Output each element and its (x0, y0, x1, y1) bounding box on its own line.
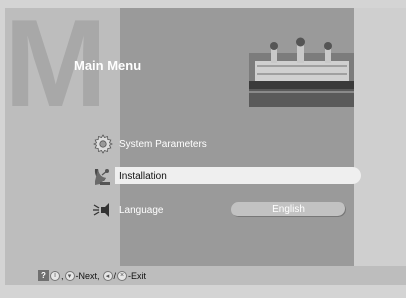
menu-item-language[interactable]: Language (92, 199, 164, 221)
menu-item-label: System Parameters (119, 138, 207, 150)
info-button-icon: i (50, 270, 60, 281)
help-icon[interactable]: ? (38, 270, 49, 281)
menu-item-label: Language (119, 204, 164, 216)
page-title: Main Menu (74, 58, 142, 73)
speaker-icon (92, 199, 114, 221)
menu-item-label: Installation (119, 170, 167, 182)
right-panel (354, 8, 406, 285)
building-photo-image (249, 31, 354, 107)
exit-button-icon: × (117, 270, 128, 281)
next-hint: -Next, (75, 270, 100, 281)
down-arrow-button-icon: ▾ (64, 270, 75, 281)
slash-text: / (113, 270, 117, 281)
separator-text: , (61, 270, 64, 281)
menu-item-system-parameters[interactable]: System Parameters (92, 133, 207, 155)
exit-hint: -Exit (128, 270, 147, 281)
status-bar: ? i , ▾ -Next, ◂ / × -Exit (5, 266, 406, 285)
satellite-dish-icon (92, 165, 114, 187)
gear-icon (92, 133, 114, 155)
main-menu-screen: M Main Menu System Parameters Installati… (0, 0, 406, 298)
header-photo (249, 31, 354, 107)
back-button-icon: ◂ (102, 270, 113, 281)
menu-item-installation[interactable]: Installation (92, 165, 360, 187)
language-value-selector[interactable]: English (231, 202, 346, 217)
